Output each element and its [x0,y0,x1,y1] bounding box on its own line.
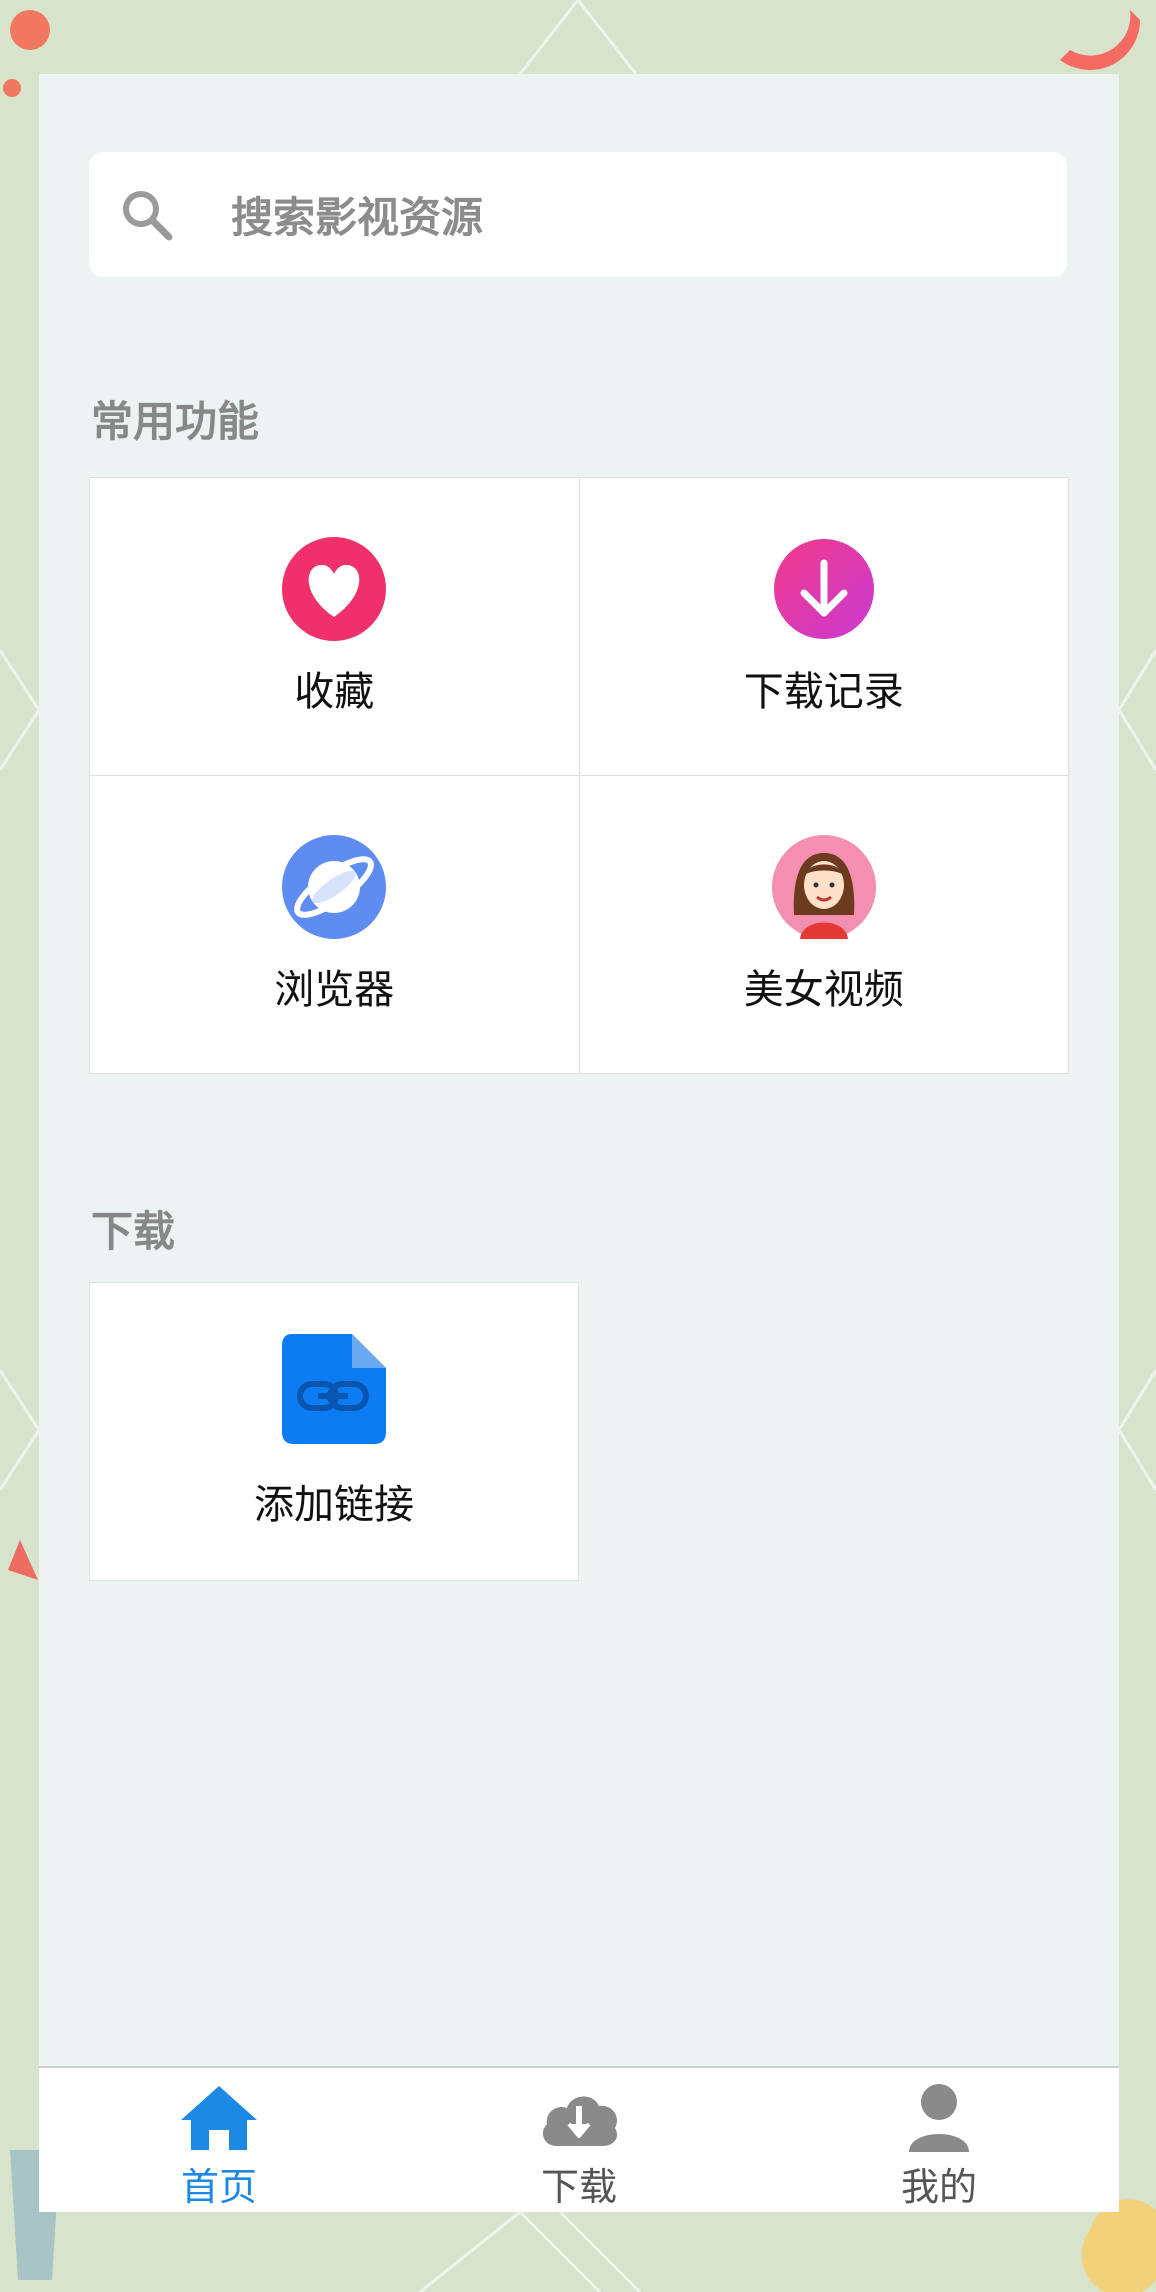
tab-download-label: 下载 [540,2165,617,2209]
add-link-item[interactable]: 添加链接 [89,1282,579,1581]
heart-icon [282,536,387,641]
search-bar[interactable]: 搜索影视资源 [89,152,1067,277]
section-title-common: 常用功能 [91,397,260,446]
tab-mine[interactable]: 我的 [759,2068,1119,2212]
cloud-download-icon [542,2096,618,2146]
common-functions-grid: 收藏 下载记录 浏览器 美女视频 [89,477,1069,1074]
tab-mine-label: 我的 [900,2165,977,2209]
tab-download[interactable]: 下载 [399,2068,759,2212]
download-history-item[interactable]: 下载记录 [579,478,1068,775]
bottom-tab-bar: 首页 下载 我的 [39,2066,1119,2212]
browser-item[interactable]: 浏览器 [90,776,579,1073]
favorites-item[interactable]: 收藏 [90,478,579,775]
search-placeholder: 搜索影视资源 [231,193,484,242]
favorites-label: 收藏 [294,668,375,715]
girl-avatar-icon [771,834,876,939]
link-file-icon [282,1333,386,1444]
tab-home[interactable]: 首页 [39,2068,399,2212]
add-link-label: 添加链接 [254,1481,414,1528]
tab-home-label: 首页 [180,2165,257,2209]
planet-browser-icon [282,834,387,939]
user-icon [909,2084,969,2152]
download-history-label: 下载记录 [743,668,904,715]
beauty-video-item[interactable]: 美女视频 [579,776,1068,1073]
home-icon [181,2086,257,2150]
section-title-download: 下载 [91,1207,176,1256]
browser-label: 浏览器 [274,966,395,1013]
download-arrow-icon [773,538,874,639]
beauty-video-label: 美女视频 [743,966,904,1013]
app-screen: 搜索影视资源 常用功能 收藏 下载记录 浏览器 美女视频 下载 添加链接 首页 … [39,74,1119,2212]
search-icon [123,190,173,240]
